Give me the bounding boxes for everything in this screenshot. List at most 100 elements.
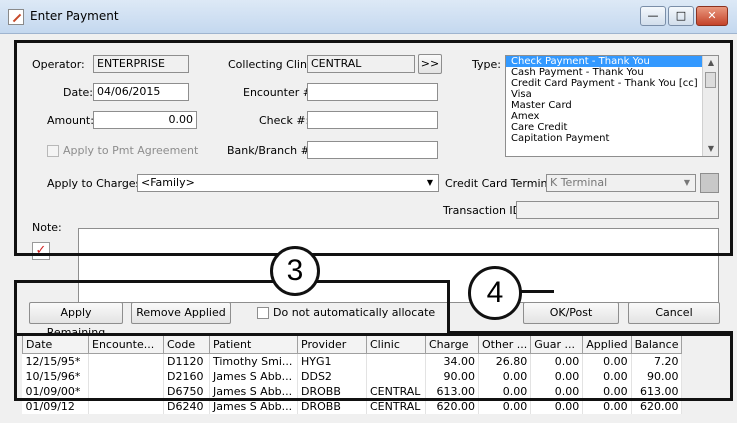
minimize-button[interactable]: —	[640, 6, 666, 26]
encounter-label: Encounter #:	[243, 86, 316, 99]
apply-remaining-button[interactable]: Apply Remaining	[29, 302, 123, 339]
cell-code: D6750	[163, 383, 210, 399]
column-header[interactable]: Guar ...	[530, 335, 584, 354]
cell-date: 01/09/00*	[22, 383, 89, 399]
chevron-down-icon[interactable]: ▼	[422, 175, 438, 191]
cell-balance: 613.00	[631, 383, 683, 399]
scroll-up-icon[interactable]: ▲	[703, 56, 718, 70]
column-header[interactable]: Patient	[209, 335, 298, 354]
cell-encounter	[88, 353, 164, 369]
table-row[interactable]: 12/15/95* D1120 Timothy Smi... HYG1 34.0…	[22, 353, 683, 369]
clinic-more-button[interactable]: >>	[418, 54, 442, 74]
column-header[interactable]: Other ...	[477, 335, 532, 354]
cell-encounter	[88, 383, 164, 399]
maximize-button[interactable]: □	[668, 6, 694, 26]
cell-provider: DDS2	[297, 368, 367, 384]
cell-applied[interactable]: 0.00	[582, 353, 632, 369]
cell-guar: 0.00	[530, 368, 584, 384]
charges-table[interactable]: Date Encounte... Code Patient Provider C…	[22, 335, 683, 414]
cc-terminal-button[interactable]	[700, 173, 719, 193]
cell-provider: DROBB	[297, 398, 367, 414]
cell-other: 0.00	[478, 398, 532, 414]
remove-applied-button[interactable]: Remove Applied	[131, 302, 231, 324]
column-header[interactable]: Encounte...	[88, 335, 164, 354]
callout-divider	[447, 280, 450, 334]
type-item[interactable]: Visa	[506, 89, 718, 100]
type-item[interactable]: Capitation Payment	[506, 133, 718, 144]
date-label: Date:	[63, 86, 93, 99]
cell-applied[interactable]: 0.00	[582, 368, 632, 384]
cell-patient: Timothy Smi...	[209, 353, 298, 369]
column-header[interactable]: Balance	[630, 335, 683, 354]
column-header[interactable]: Clinic	[366, 335, 426, 354]
type-item[interactable]: Check Payment - Thank You	[506, 56, 718, 67]
type-item[interactable]: Credit Card Payment - Thank You [cc]	[506, 78, 718, 89]
table-header-row: Date Encounte... Code Patient Provider C…	[22, 335, 683, 354]
apply-to-charges-combo[interactable]: <Family> ▼	[137, 174, 439, 192]
cell-guar: 0.00	[530, 398, 584, 414]
chevron-down-icon[interactable]: ▼	[679, 175, 695, 191]
operator-label: Operator:	[32, 58, 85, 71]
cell-provider: DROBB	[297, 383, 367, 399]
transaction-id-field	[516, 201, 719, 219]
payment-type-list[interactable]: Check Payment - Thank You Cash Payment -…	[505, 55, 719, 157]
cell-charge: 90.00	[425, 368, 479, 384]
check-number-label: Check #:	[259, 114, 310, 127]
type-item[interactable]: Care Credit	[506, 122, 718, 133]
cell-clinic: CENTRAL	[366, 383, 426, 399]
table-row[interactable]: 10/15/96* D2160 James S Abb... DDS2 90.0…	[22, 368, 683, 384]
collecting-clinic-label: Collecting Clinic:	[228, 58, 320, 71]
scroll-thumb[interactable]	[705, 72, 716, 88]
spellcheck-icon[interactable]: ✓	[32, 242, 50, 260]
close-button[interactable]: ✕	[696, 6, 728, 26]
no-auto-allocate-checkbox[interactable]	[257, 307, 269, 319]
window-title: Enter Payment	[30, 9, 119, 23]
amount-field[interactable]: 0.00	[93, 111, 197, 129]
apply-to-charges-label: Apply to Charges	[47, 177, 142, 190]
callout-bubble-4: 4	[468, 266, 522, 320]
cancel-button[interactable]: Cancel	[628, 302, 720, 324]
cell-patient: James S Abb...	[209, 398, 298, 414]
type-list-scrollbar[interactable]: ▲ ▼	[702, 56, 718, 156]
cell-other: 0.00	[478, 383, 532, 399]
column-header[interactable]: Applied	[582, 335, 632, 354]
type-item[interactable]: Master Card	[506, 100, 718, 111]
date-field[interactable]: 04/06/2015	[93, 83, 189, 101]
table-row[interactable]: 01/09/00* D6750 James S Abb... DROBB CEN…	[22, 383, 683, 399]
cc-terminal-combo[interactable]: K Terminal ▼	[546, 174, 696, 192]
bank-branch-field[interactable]	[307, 141, 438, 159]
column-header[interactable]: Date	[22, 335, 89, 354]
cell-charge: 613.00	[425, 383, 479, 399]
cell-encounter	[88, 368, 164, 384]
column-header[interactable]: Code	[163, 335, 210, 354]
note-field[interactable]	[78, 228, 719, 303]
table-row[interactable]: 01/09/12 D6240 James S Abb... DROBB CENT…	[22, 398, 683, 414]
cc-terminal-label: Credit Card Terminal:	[445, 177, 561, 190]
check-number-field[interactable]	[307, 111, 438, 129]
cell-balance: 90.00	[631, 368, 683, 384]
cell-code: D6240	[163, 398, 210, 414]
dialog-client: Operator: ENTERPRISE Collecting Clinic: …	[0, 34, 737, 423]
cell-clinic	[366, 368, 426, 384]
column-header[interactable]: Charge	[425, 335, 479, 354]
cell-other: 0.00	[478, 368, 532, 384]
type-item[interactable]: Amex	[506, 111, 718, 122]
cell-applied[interactable]: 0.00	[582, 398, 632, 414]
cell-provider: HYG1	[297, 353, 367, 369]
cell-clinic: CENTRAL	[366, 398, 426, 414]
cell-guar: 0.00	[530, 353, 584, 369]
cell-charge: 34.00	[425, 353, 479, 369]
type-item[interactable]: Cash Payment - Thank You	[506, 67, 718, 78]
callout-pointer-line	[520, 290, 554, 293]
cell-guar: 0.00	[530, 383, 584, 399]
encounter-field[interactable]	[307, 83, 438, 101]
cell-applied[interactable]: 0.00	[582, 383, 632, 399]
cell-patient: James S Abb...	[209, 368, 298, 384]
ok-post-button[interactable]: OK/Post	[523, 302, 619, 324]
column-header[interactable]: Provider	[297, 335, 367, 354]
operator-field: ENTERPRISE	[93, 55, 189, 73]
apply-pmt-agreement-checkbox[interactable]	[47, 145, 59, 157]
scroll-down-icon[interactable]: ▼	[703, 142, 718, 156]
title-bar: Enter Payment — □ ✕	[0, 0, 737, 34]
note-label: Note:	[32, 221, 62, 234]
